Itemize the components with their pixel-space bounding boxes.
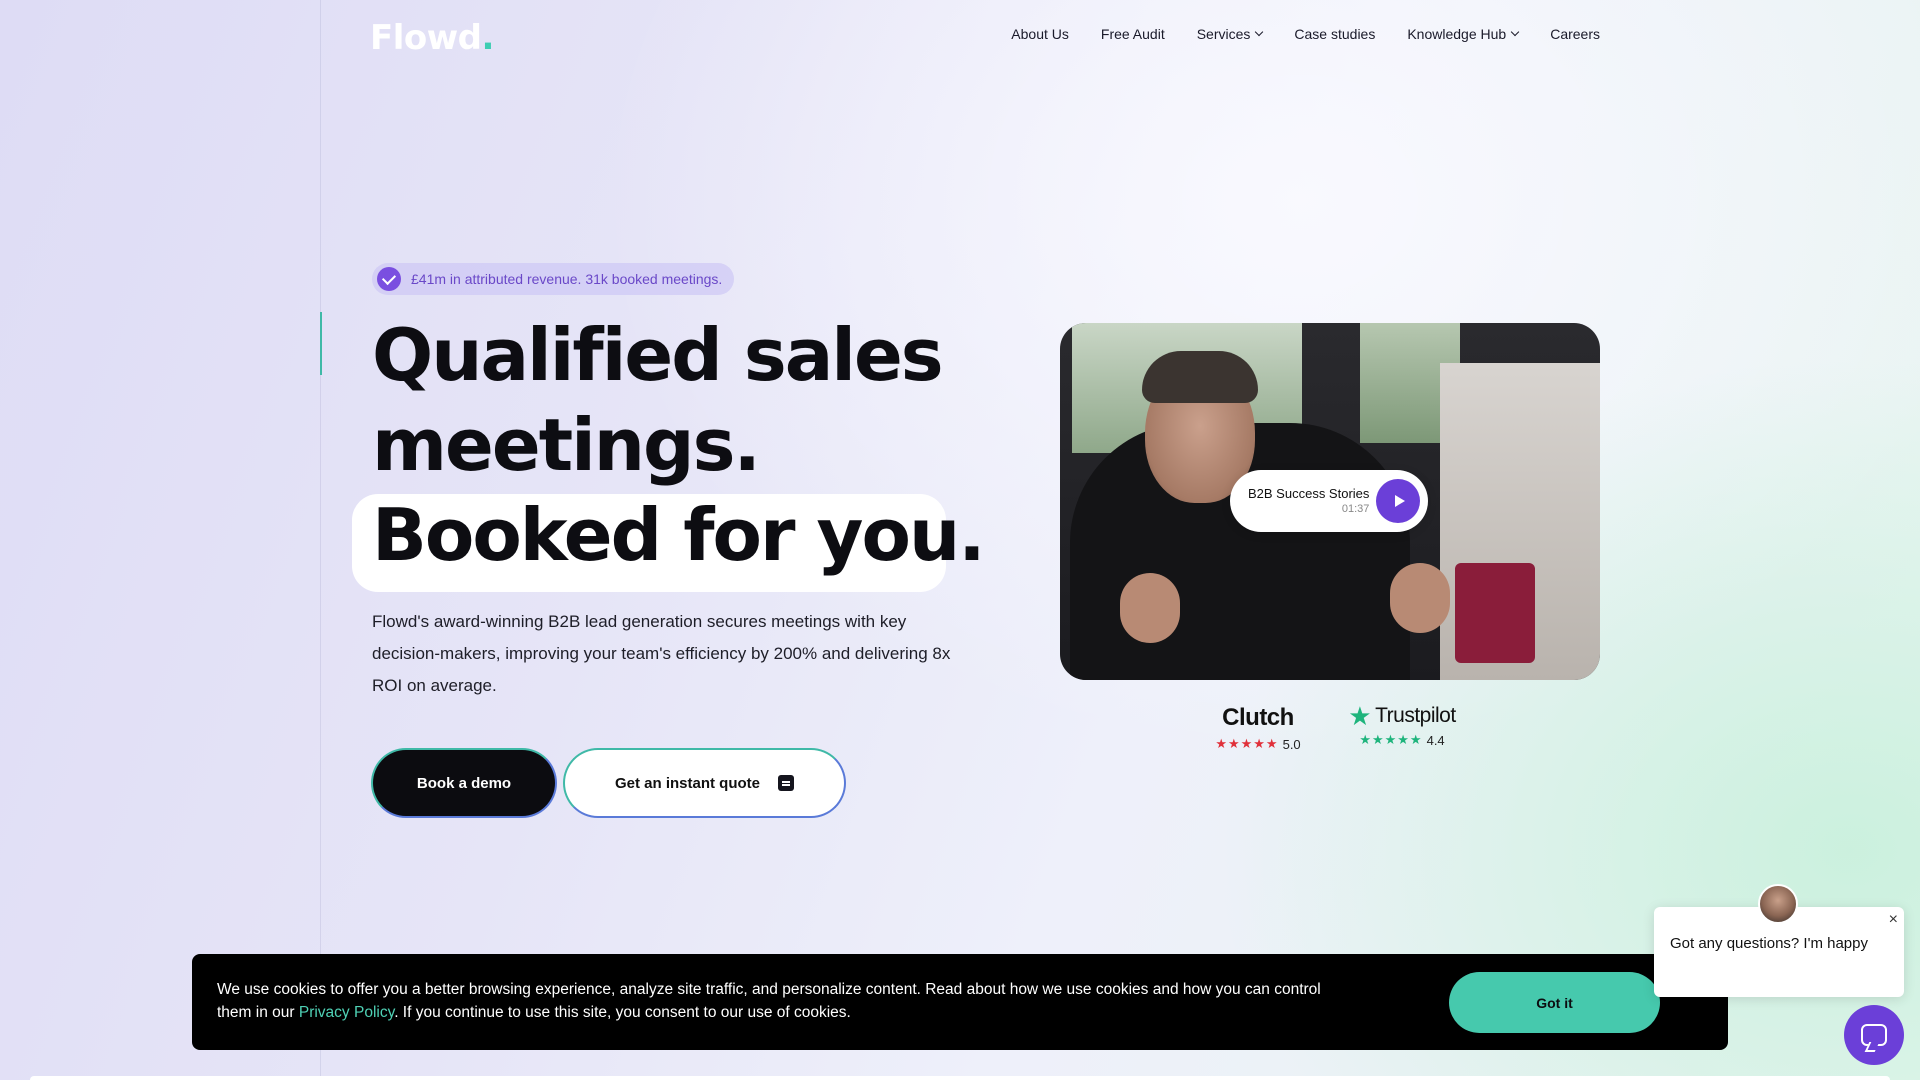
trustpilot-rating[interactable]: ★ Trustpilot ★★★★★ 4.4 [1342, 701, 1462, 748]
trustpilot-score: 4.4 [1426, 732, 1445, 748]
nav-about-us[interactable]: About Us [1011, 26, 1069, 42]
headline-line-2: meetings. [372, 403, 761, 487]
quote-button-label: Get an instant quote [614, 774, 760, 792]
video-background-chair [1455, 563, 1535, 663]
video-duration: 01:37 [1341, 503, 1370, 515]
cookie-text: We use cookies to offer you a better bro… [217, 978, 1357, 1024]
form-icon [778, 775, 794, 791]
nav-label: Services [1196, 26, 1251, 42]
chat-launcher-button[interactable] [1844, 1005, 1904, 1065]
clutch-logo: Clutch [1222, 704, 1294, 731]
video-info: B2B Success Stories 01:37 [1248, 486, 1369, 516]
nav-case-studies[interactable]: Case studies [1294, 26, 1375, 42]
clutch-stars: ★★★★★ 5.0 [1208, 736, 1308, 752]
trustpilot-star-icon: ★ [1348, 701, 1372, 731]
privacy-policy-link[interactable]: Privacy Policy [299, 1004, 394, 1021]
cookie-banner: We use cookies to offer you a better bro… [192, 954, 1728, 1050]
play-icon[interactable] [1376, 479, 1420, 523]
video-speaker-hand [1390, 563, 1450, 633]
got-it-button[interactable]: Got it [1449, 972, 1660, 1033]
flowd-logo[interactable]: Flowd. [370, 18, 494, 58]
hero-headline: Qualified sales meetings. Booked for you… [352, 310, 986, 592]
main-nav: About Us Free Audit Services Case studie… [1011, 26, 1600, 42]
check-icon [377, 267, 401, 291]
nav-label: Knowledge Hub [1407, 26, 1507, 42]
nav-label: Case studies [1294, 26, 1376, 42]
trustpilot-brand: Trustpilot [1375, 704, 1456, 727]
chat-icon [1861, 1024, 1887, 1046]
badge-text: £41m in attributed revenue. 31k booked m… [411, 271, 723, 287]
chevron-down-icon [1255, 27, 1264, 37]
video-play-pill[interactable]: B2B Success Stories 01:37 [1230, 470, 1428, 532]
page-guide-line [320, 0, 321, 1080]
logo-dot: . [481, 18, 495, 58]
trustpilot-stars: ★★★★★ 4.4 [1342, 732, 1462, 748]
clutch-score: 5.0 [1282, 736, 1301, 752]
star-icons: ★★★★★ [1215, 736, 1279, 751]
chat-message: Got any questions? I'm happy [1670, 935, 1868, 952]
revenue-badge: £41m in attributed revenue. 31k booked m… [372, 263, 735, 295]
logo-text: Flowd [370, 18, 482, 58]
nav-label: About Us [1011, 26, 1069, 42]
video-speaker-hair [1142, 351, 1258, 403]
nav-services[interactable]: Services [1196, 26, 1264, 42]
clutch-rating[interactable]: Clutch ★★★★★ 5.0 [1208, 704, 1308, 752]
headline-line-1: Qualified sales [372, 313, 944, 397]
trustpilot-logo: ★ Trustpilot [1342, 701, 1462, 731]
chevron-down-icon [1510, 27, 1520, 37]
page-guide-accent [320, 312, 322, 375]
nav-careers[interactable]: Careers [1550, 26, 1600, 42]
nav-knowledge-hub[interactable]: Knowledge Hub [1407, 26, 1520, 42]
next-section-edge [30, 1076, 1890, 1080]
video-title: B2B Success Stories [1248, 486, 1370, 501]
hero-description: Flowd's award-winning B2B lead generatio… [372, 612, 951, 695]
book-demo-button[interactable]: Book a demo [371, 748, 557, 818]
star-icons: ★★★★★ [1359, 732, 1423, 747]
video-speaker-hand [1120, 573, 1180, 643]
nav-label: Free Audit [1100, 26, 1165, 42]
nav-free-audit[interactable]: Free Audit [1101, 26, 1165, 42]
agent-avatar [1758, 884, 1798, 924]
headline-line-3: Booked for you. [372, 493, 986, 577]
close-icon[interactable]: × [1889, 911, 1898, 929]
cookie-text-after: . If you continue to use this site, you … [394, 1004, 851, 1021]
nav-label: Careers [1550, 26, 1600, 42]
instant-quote-button[interactable]: Get an instant quote [563, 748, 846, 818]
